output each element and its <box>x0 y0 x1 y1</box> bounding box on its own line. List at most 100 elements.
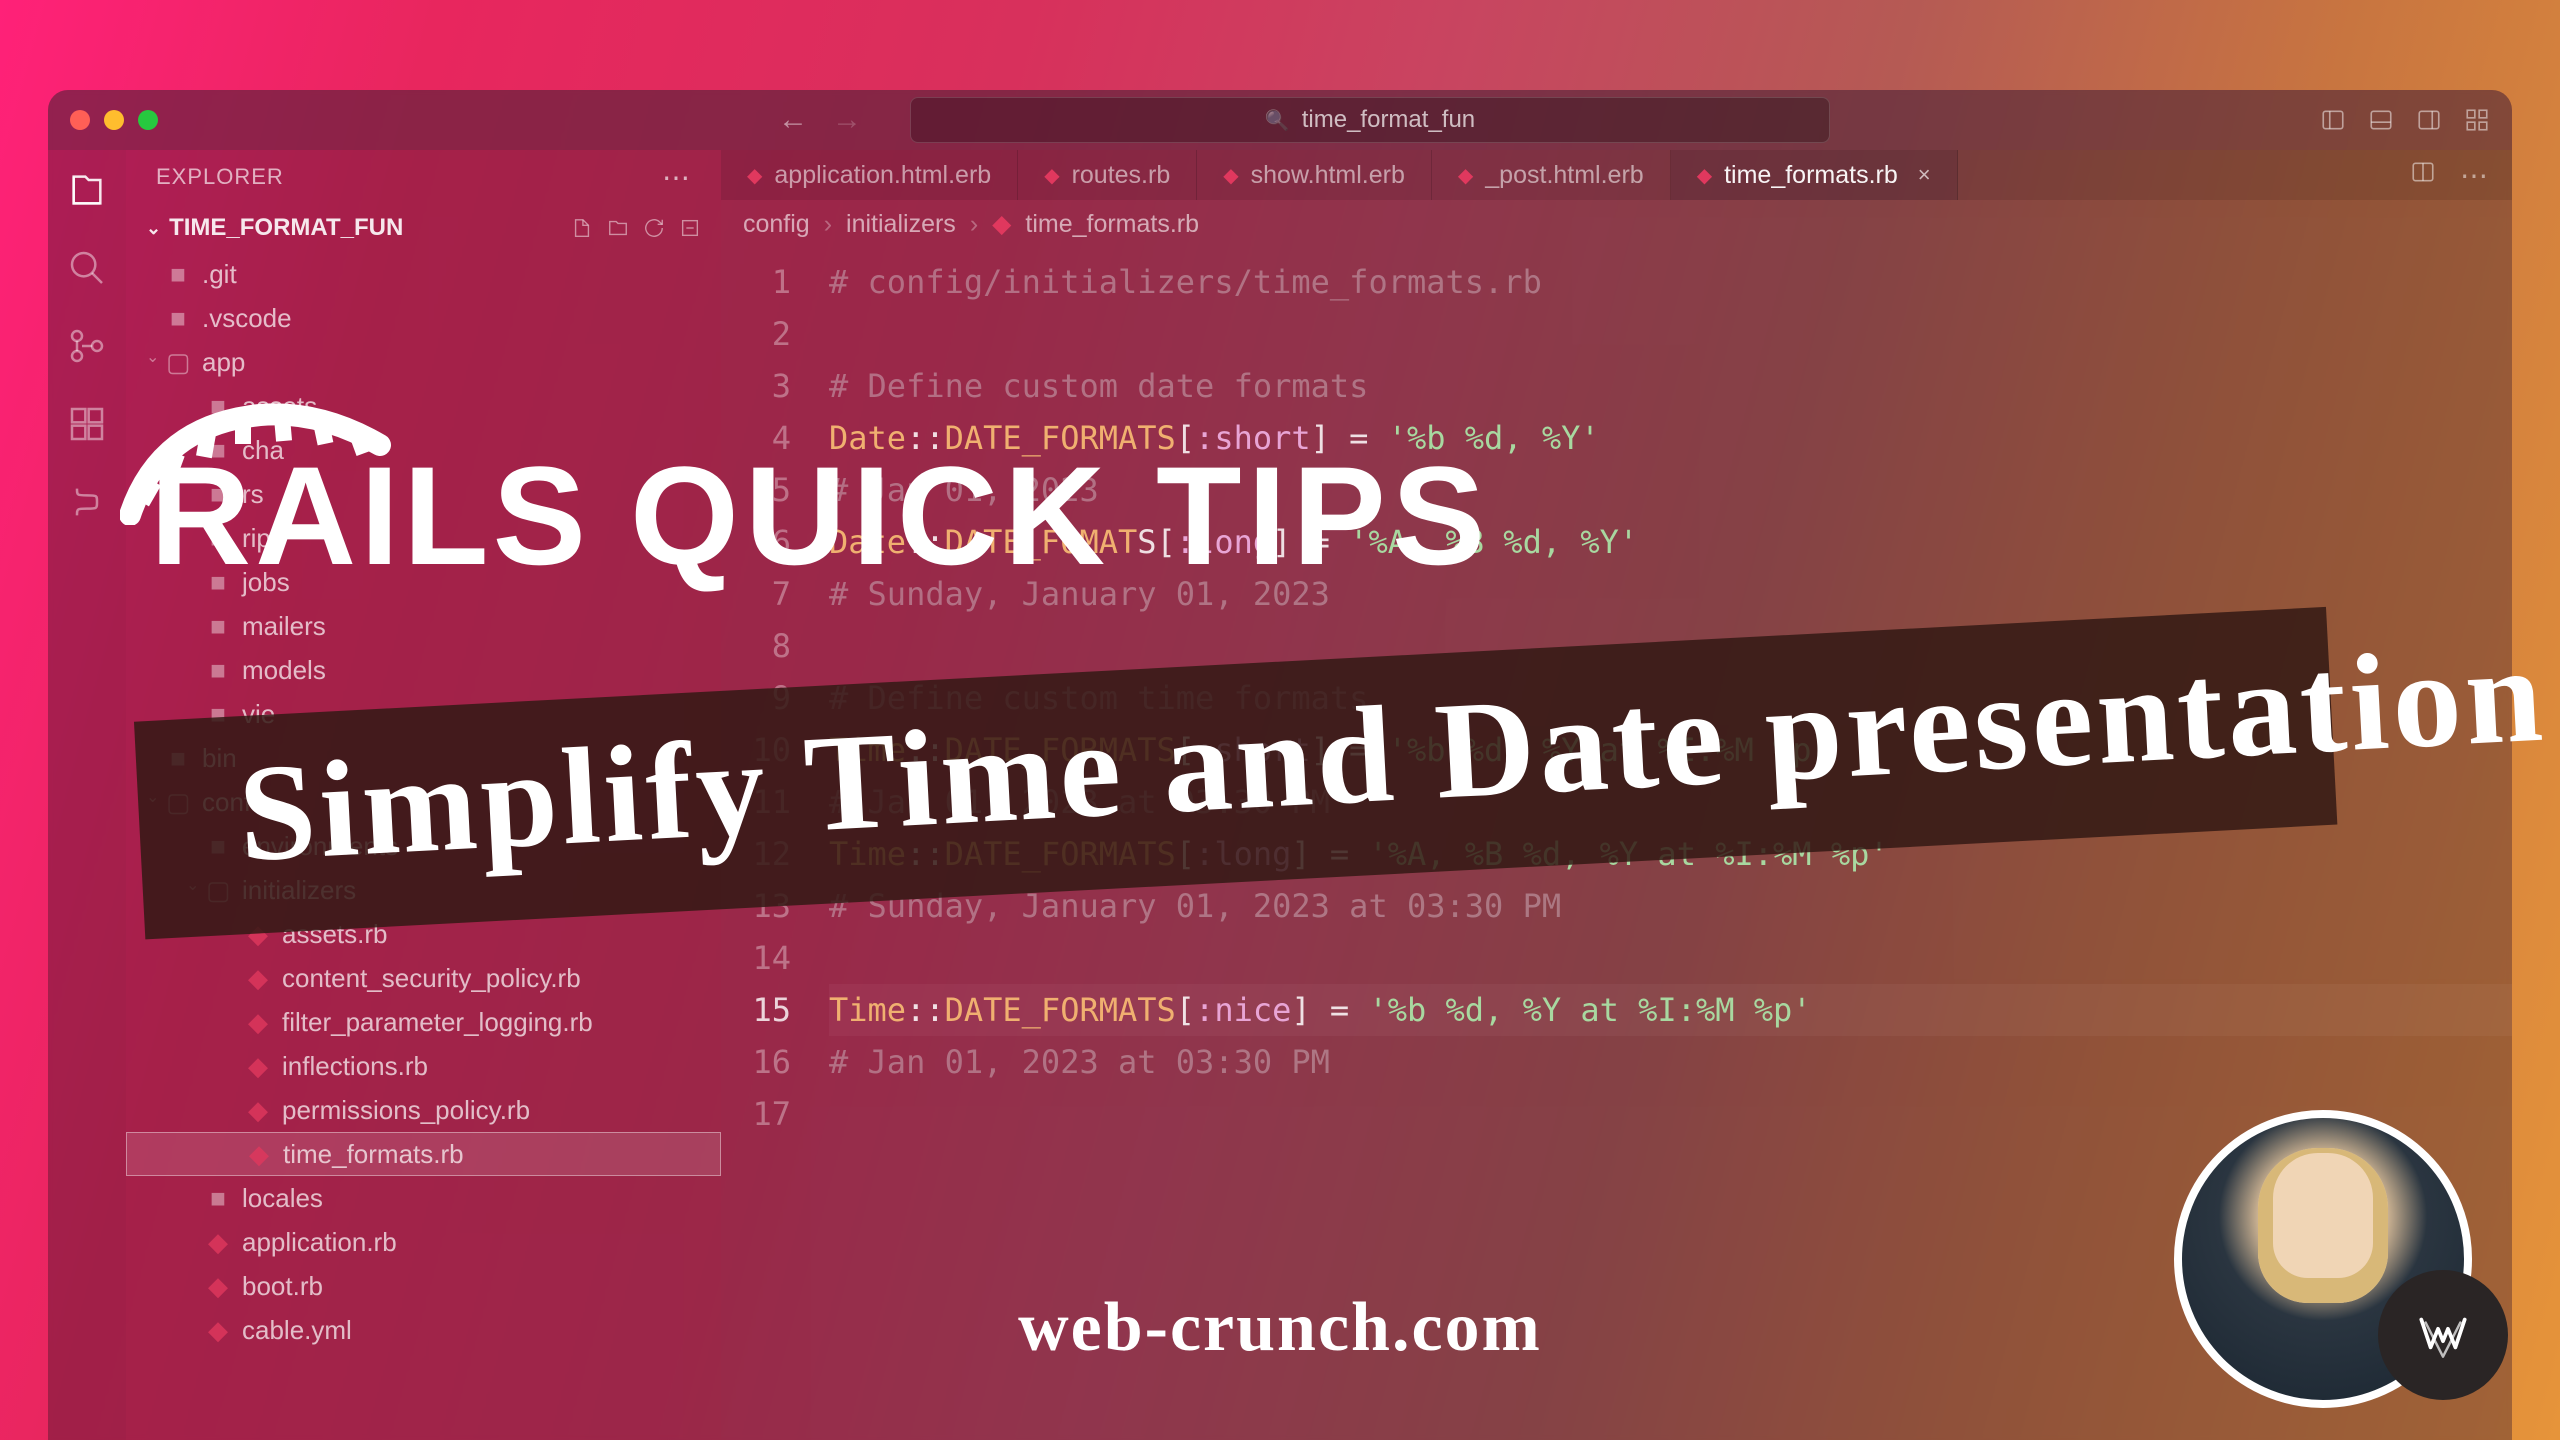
git-icon[interactable] <box>67 326 107 366</box>
tree-label: boot.rb <box>242 1271 323 1302</box>
sidebar-header: EXPLORER ⋯ <box>126 150 721 204</box>
code-line[interactable]: # config/initializers/time_formats.rb <box>829 256 2512 308</box>
search-bar[interactable]: 🔍 time_format_fun <box>910 97 1830 143</box>
tree-label: application.rb <box>242 1227 397 1258</box>
tab-label: application.html.erb <box>774 161 991 190</box>
folder-icon: ■ <box>206 1183 230 1214</box>
code-line[interactable] <box>829 308 2512 360</box>
search-text: time_format_fun <box>1302 106 1475 134</box>
tree-item[interactable]: ◆ boot.rb <box>126 1264 721 1308</box>
ruby-icon: ◆ <box>246 1007 270 1038</box>
folder-icon: ■ <box>166 259 190 290</box>
misc-icon[interactable] <box>67 482 107 522</box>
more-tabs-icon[interactable]: ⋯ <box>2460 159 2488 192</box>
ruby-icon: ◆ <box>1223 163 1238 188</box>
traffic-lights <box>70 110 158 130</box>
close-button[interactable] <box>70 110 90 130</box>
code-line[interactable] <box>829 932 2512 984</box>
tree-label: .vscode <box>202 303 292 334</box>
tab[interactable]: ◆ time_formats.rb × <box>1671 150 1958 200</box>
ruby-icon: ◆ <box>206 1227 230 1258</box>
tab-label: show.html.erb <box>1251 161 1405 190</box>
tree-item[interactable]: ◆ content_security_policy.rb <box>126 956 721 1000</box>
tree-item[interactable]: ⌄▢app <box>126 340 721 384</box>
code-line[interactable]: # Jan 01, 2023 at 03:30 PM <box>829 1036 2512 1088</box>
breadcrumbs[interactable]: config › initializers › ◆ time_formats.r… <box>721 200 2512 248</box>
extensions-icon[interactable] <box>67 404 107 444</box>
tab[interactable]: ◆_post.html.erb <box>1432 150 1671 200</box>
folder-icon: ■ <box>206 611 230 642</box>
ruby-icon: ◆ <box>1697 163 1712 188</box>
ruby-icon: ◆ <box>247 1139 271 1170</box>
title-quick-tips: QUICK TIPS <box>630 435 1491 597</box>
refresh-icon[interactable] <box>643 217 665 239</box>
panel-right-icon[interactable] <box>2416 107 2442 133</box>
titlebar: ← → 🔍 time_format_fun <box>48 90 2512 150</box>
more-icon[interactable]: ⋯ <box>662 161 691 194</box>
titlebar-actions <box>2320 107 2490 133</box>
root-folder-label: TIME_FORMAT_FUN <box>169 214 403 242</box>
overlay-title: RAILS QUICK TIPS <box>150 435 2350 597</box>
close-icon[interactable]: × <box>1918 162 1931 188</box>
tree-item[interactable]: ■ .vscode <box>126 296 721 340</box>
tab-label: routes.rb <box>1072 161 1171 190</box>
ruby-icon: ◆ <box>992 209 1011 239</box>
search-icon: 🔍 <box>1265 108 1290 133</box>
tab[interactable]: ◆ application.html.erb <box>721 150 1018 200</box>
ruby-icon: ◆ <box>246 963 270 994</box>
ruby-icon: ◆ <box>1044 163 1059 188</box>
breadcrumb-seg[interactable]: config <box>743 210 810 239</box>
new-file-icon[interactable] <box>571 217 593 239</box>
ruby-icon: ◆ <box>206 1271 230 1302</box>
tree-label: cable.yml <box>242 1315 352 1346</box>
tree-item[interactable]: ◆inflections.rb <box>126 1044 721 1088</box>
sidebar-title: EXPLORER <box>156 164 284 190</box>
tree-item[interactable]: ◆ cable.yml <box>126 1308 721 1352</box>
ruby-icon: ◆ <box>747 163 762 188</box>
rails-logo: RAILS <box>150 435 590 597</box>
tree-item[interactable]: ◆ time_formats.rb <box>126 1132 721 1176</box>
tree-label: content_security_policy.rb <box>282 963 581 994</box>
panel-bottom-icon[interactable] <box>2368 107 2394 133</box>
forward-icon[interactable]: → <box>832 103 862 137</box>
logo-icon <box>2412 1304 2474 1366</box>
folder-actions <box>571 217 701 239</box>
avatar-badge <box>2378 1270 2508 1400</box>
tree-label: models <box>242 655 326 686</box>
tree-item[interactable]: ◆permissions_policy.rb <box>126 1088 721 1132</box>
maximize-button[interactable] <box>138 110 158 130</box>
back-icon[interactable]: ← <box>778 103 808 137</box>
collapse-icon[interactable] <box>679 217 701 239</box>
code-line[interactable]: Time::DATE_FORMATS[:nice] = '%b %d, %Y a… <box>829 984 2512 1036</box>
split-icon[interactable] <box>2410 159 2436 185</box>
tree-item[interactable]: ◆ application.rb <box>126 1220 721 1264</box>
root-folder[interactable]: ⌄ TIME_FORMAT_FUN <box>126 204 721 252</box>
tree-item[interactable]: ■ .git <box>126 252 721 296</box>
tree-label: .git <box>202 259 237 290</box>
tree-item[interactable]: ■locales <box>126 1176 721 1220</box>
panel-left-icon[interactable] <box>2320 107 2346 133</box>
code-line[interactable]: # Define custom date formats <box>829 360 2512 412</box>
tree-label: permissions_policy.rb <box>282 1095 530 1126</box>
website-url: web-crunch.com <box>1018 1288 1542 1368</box>
ruby-icon: ◆ <box>246 1051 270 1082</box>
tree-item[interactable]: ◆filter_parameter_logging.rb <box>126 1000 721 1044</box>
ruby-icon: ◆ <box>206 1315 230 1346</box>
tab[interactable]: ◆ routes.rb <box>1018 150 1197 200</box>
folder-icon: ■ <box>166 303 190 334</box>
explorer-icon[interactable] <box>67 170 107 210</box>
layout-icon[interactable] <box>2464 107 2490 133</box>
new-folder-icon[interactable] <box>607 217 629 239</box>
search-activity-icon[interactable] <box>67 248 107 288</box>
chevron-down-icon: ⌄ <box>146 218 161 239</box>
tree-label: time_formats.rb <box>283 1139 464 1170</box>
tab-label: time_formats.rb <box>1724 161 1898 190</box>
breadcrumb-seg[interactable]: time_formats.rb <box>1025 210 1199 239</box>
tree-item[interactable]: ■mailers <box>126 604 721 648</box>
tab[interactable]: ◆ show.html.erb <box>1197 150 1432 200</box>
tabs: ◆ application.html.erb ◆ routes.rb ◆ show.htm… <box>721 150 2512 200</box>
breadcrumb-seg[interactable]: initializers <box>846 210 956 239</box>
tab-label: _post.html.erb <box>1485 161 1643 190</box>
activity-bar <box>48 150 126 1440</box>
minimize-button[interactable] <box>104 110 124 130</box>
